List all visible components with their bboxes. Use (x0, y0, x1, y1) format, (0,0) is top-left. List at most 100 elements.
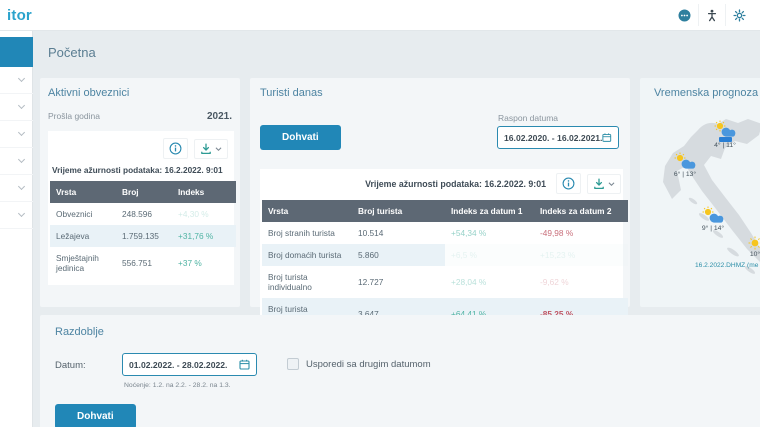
table-row: Ležajeva 1.759.135 +31,76 % (50, 225, 236, 247)
download-button[interactable] (194, 139, 228, 159)
sidebar-item-6[interactable] (0, 202, 33, 229)
overnight-note: Noćenje: 1.2. na 2.2. - 28.2. na 1.3. (124, 382, 231, 389)
info-glyph (562, 177, 575, 190)
cell-vrsta: Obveznici (50, 203, 116, 225)
compare-label: Usporedi sa drugim datumom (306, 359, 431, 370)
chevron-down-icon (608, 181, 615, 187)
table-row: Broj stranih turista 10.514 +54,34 % -49… (262, 222, 628, 244)
sidebar-item-2[interactable] (0, 94, 33, 121)
cell-vrsta: Broj domaćih turista (262, 244, 352, 266)
temperature-label: 10° (750, 251, 760, 258)
compare-checkbox-group: Usporedi sa drugim datumom (287, 358, 431, 370)
cell-broj: 12.727 (352, 266, 445, 298)
period-date-input[interactable]: 01.02.2022. - 28.02.2022. (122, 353, 257, 376)
sidebar-item-3[interactable] (0, 121, 33, 148)
temperature-label: 6° | 13° (674, 171, 696, 178)
card-title: Razdoblje (55, 326, 760, 338)
info-glyph (169, 142, 182, 155)
cell-vrsta: Ležajeva (50, 225, 116, 247)
col-header: Indeks (172, 181, 236, 203)
date-range-label: Raspon datuma (498, 113, 613, 123)
data-freshness-label: Vrijeme ažurnosti podataka: 16.2.2022. 9… (365, 179, 546, 189)
chevron-down-icon (18, 156, 25, 163)
accessibility-icon[interactable] (698, 4, 725, 26)
topbar-icon-group (671, 0, 752, 30)
table-row: Broj turista individualno 12.727 +28,04 … (262, 266, 628, 298)
cell-indeks-1: +6,5 % (445, 244, 534, 266)
weather-point: 4° | 11° (712, 120, 738, 149)
sun-cloud-icon (672, 152, 698, 171)
dots-circle-glyph (678, 9, 691, 22)
cell-indeks-2: +15,23 % (534, 244, 628, 266)
weather-point: 10° (746, 236, 760, 258)
cell-broj: 5.860 (352, 244, 445, 266)
table-row: Broj domaćih turista 5.860 +6,5 % +15,23… (262, 244, 628, 266)
sidebar-item-active[interactable] (0, 37, 33, 67)
data-freshness-label: Vrijeme ažurnosti podataka: 16.2.2022. 9… (50, 163, 232, 181)
active-obligors-card: Aktivni obveznici Prošla godina 2021. (40, 78, 240, 307)
temperature-label: 4° | 11° (714, 142, 736, 149)
col-header: Broj turista (352, 200, 445, 222)
obligors-panel: Vrijeme ažurnosti podataka: 16.2.2022. 9… (48, 131, 234, 285)
chevron-down-icon (18, 129, 25, 136)
dots-circle-icon[interactable] (671, 4, 698, 26)
app-logo[interactable]: itor (7, 7, 32, 24)
cell-broj: 248.596 (116, 203, 172, 225)
sidebar (0, 31, 33, 427)
weather-card: Vremenska prognoza 4° | 11° 6° (640, 78, 760, 307)
page-title: Početna (48, 45, 96, 60)
col-header: Vrsta (50, 181, 116, 203)
cell-indeks-2: -49,98 % (534, 222, 628, 244)
col-header: Vrsta (262, 200, 352, 222)
weather-point: 6° | 13° (672, 152, 698, 178)
sun-cloud-icon (700, 206, 726, 225)
cell-indeks-1: +28,04 % (445, 266, 534, 298)
calendar-icon (239, 359, 250, 370)
settings-icon[interactable] (725, 4, 752, 26)
date-range-input[interactable]: 16.02.2020. - 16.02.2021. (497, 126, 619, 149)
cell-broj: 10.514 (352, 222, 445, 244)
sidebar-item-5[interactable] (0, 175, 33, 202)
fetch-button[interactable]: Dohvati (55, 404, 136, 427)
top-bar: itor (0, 0, 760, 31)
cell-vrsta: Broj turista individualno (262, 266, 352, 298)
sidebar-item-4[interactable] (0, 148, 33, 175)
chevron-down-icon (215, 146, 222, 152)
accessibility-glyph (706, 9, 718, 22)
download-button[interactable] (587, 174, 621, 194)
calendar-icon (602, 132, 612, 143)
date-label: Datum: (55, 360, 86, 371)
tourists-today-card: Turisti danas Dohvati Raspon datuma 16.0… (250, 78, 630, 307)
compare-checkbox[interactable] (287, 358, 299, 370)
cell-vrsta: Smještajnih jedinica (50, 247, 116, 279)
col-header: Indeks za datum 1 (445, 200, 534, 222)
table-toolbar: Vrijeme ažurnosti podataka: 16.2.2022. 9… (260, 169, 623, 200)
cell-indeks: +31,76 % (172, 225, 236, 247)
cell-broj: 556.751 (116, 247, 172, 279)
tourists-table: Vrsta Broj turista Indeks za datum 1 Ind… (262, 200, 628, 330)
cell-indeks: +37 % (172, 247, 236, 279)
col-header: Broj (116, 181, 172, 203)
chevron-down-icon (18, 75, 25, 82)
download-icon (200, 143, 212, 155)
chevron-down-icon (18, 210, 25, 217)
table-row: Obveznici 248.596 +4,30 % (50, 203, 236, 225)
period-card: Razdoblje Datum: 01.02.2022. - 28.02.202… (40, 315, 760, 427)
period-date-value: 01.02.2022. - 28.02.2022. (129, 360, 227, 370)
card-title: Aktivni obveznici (48, 87, 234, 99)
col-header: Indeks za datum 2 (534, 200, 628, 222)
fetch-button[interactable]: Dohvati (260, 125, 341, 150)
card-title: Vremenska prognoza (654, 87, 760, 99)
info-icon[interactable] (556, 173, 581, 194)
info-icon[interactable] (163, 138, 188, 159)
card-title: Turisti danas (260, 87, 623, 99)
cell-broj: 1.759.135 (116, 225, 172, 247)
temperature-label: 9° | 14° (702, 225, 724, 232)
obligors-table: Vrsta Broj Indeks Obveznici 248.596 +4,3… (50, 181, 236, 279)
date-range-value: 16.02.2020. - 16.02.2021. (504, 133, 602, 143)
chevron-down-icon (18, 183, 25, 190)
cell-indeks-2: -9,62 % (534, 266, 628, 298)
previous-year-label: Prošla godina (48, 111, 100, 121)
sidebar-item-1[interactable] (0, 67, 33, 94)
download-icon (593, 178, 605, 190)
